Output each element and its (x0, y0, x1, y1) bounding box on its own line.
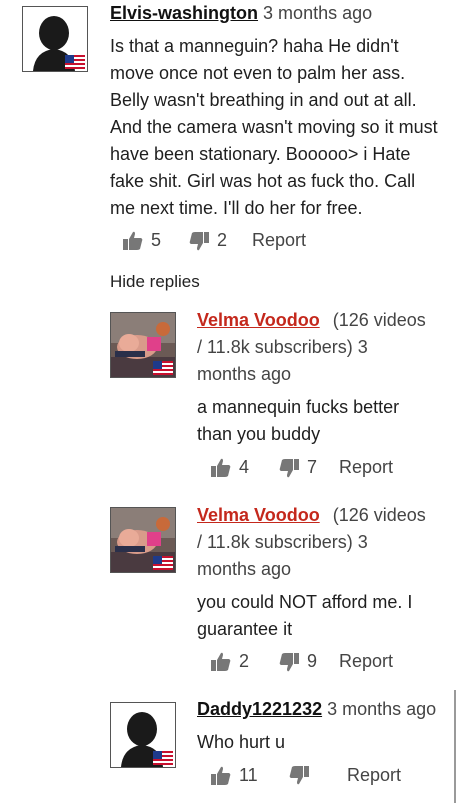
reply-username[interactable]: Velma Voodoo (197, 505, 320, 525)
reply-actions: 4 7 Report (210, 457, 440, 481)
reply-timestamp: months ago (197, 364, 292, 384)
thumbs-up-icon (211, 766, 231, 785)
thumbs-down-icon (279, 458, 299, 477)
reply-meta: / 11.8k subscribers) 3 (197, 532, 368, 552)
reply-meta: (126 videos (332, 505, 426, 525)
scrollbar[interactable] (454, 690, 456, 803)
reply-line: a mannequin fucks better (197, 397, 400, 417)
comment-line: me next time. I'll do her for free. (110, 198, 363, 218)
avatar[interactable] (110, 702, 176, 768)
reply-actions: 2 9 Report (210, 651, 440, 675)
comment-header: Elvis-washington 3 months ago (110, 0, 450, 27)
us-flag-icon (153, 751, 173, 765)
dislike-count: 7 (307, 457, 318, 477)
us-flag-icon (153, 556, 173, 570)
like-button[interactable]: 2 (210, 651, 249, 672)
comment-body: Is that a manneguin? haha He didn't move… (110, 33, 455, 222)
like-count: 4 (239, 457, 250, 477)
comment-line: fake shit. Girl was hot as fuck tho. Cal… (110, 171, 416, 191)
report-link[interactable]: Report (252, 230, 306, 251)
reply-header: Velma Voodoo (126 videos / 11.8k subscri… (197, 307, 447, 388)
comment-line: Is that a manneguin? haha He didn't (110, 36, 399, 56)
like-button[interactable]: 11 (210, 765, 258, 786)
reply-actions: 11 Report (210, 765, 440, 789)
like-count: 5 (151, 230, 162, 250)
reply-line: you could NOT afford me. I (197, 592, 413, 612)
reply-body: Who hurt u (197, 729, 447, 756)
reply-body: a mannequin fucks better than you buddy (197, 394, 447, 448)
hide-replies-link[interactable]: Hide replies (110, 268, 200, 295)
like-button[interactable]: 4 (210, 457, 249, 478)
reply-line: Who hurt u (197, 732, 286, 752)
thumbs-up-icon (211, 458, 231, 477)
dislike-button[interactable] (288, 765, 317, 785)
thumbs-down-icon (279, 652, 299, 671)
like-count: 11 (239, 765, 258, 785)
reply-header: Velma Voodoo (126 videos / 11.8k subscri… (197, 502, 447, 583)
like-button[interactable]: 5 (122, 230, 161, 251)
reply-line: guarantee it (197, 619, 293, 639)
reply-username[interactable]: Daddy1221232 (197, 699, 322, 719)
avatar[interactable] (110, 312, 176, 378)
thumbs-down-icon (189, 231, 209, 250)
comment-username[interactable]: Elvis-washington (110, 3, 258, 23)
comment-line: have been stationary. Booooo> i Hate (110, 144, 411, 164)
reply-timestamp: months ago (197, 559, 292, 579)
us-flag-icon (153, 361, 173, 375)
dislike-button[interactable]: 2 (188, 230, 227, 251)
like-count: 2 (239, 651, 250, 671)
comment-line: Belly wasn't breathing in and out at all… (110, 90, 417, 110)
reply-header: Daddy1221232 3 months ago (197, 696, 452, 723)
reply-username[interactable]: Velma Voodoo (197, 310, 320, 330)
avatar[interactable] (110, 507, 176, 573)
dislike-button[interactable]: 7 (278, 457, 317, 478)
comment-actions: 5 2 Report (122, 230, 422, 254)
reply-timestamp: 3 months ago (327, 699, 437, 719)
comment-timestamp: 3 months ago (263, 3, 373, 23)
thumbs-up-icon (211, 652, 231, 671)
reply-meta: (126 videos (332, 310, 426, 330)
report-link[interactable]: Report (339, 457, 393, 478)
reply-body: you could NOT afford me. I guarantee it (197, 589, 447, 643)
thumbs-down-icon (289, 766, 309, 785)
report-link[interactable]: Report (339, 651, 393, 672)
comment-line: And the camera wasn't moving so it must (110, 117, 438, 137)
report-link[interactable]: Report (347, 765, 401, 786)
reply-line: than you buddy (197, 424, 321, 444)
dislike-count: 9 (307, 651, 318, 671)
comment-line: move once not even to palm her ass. (110, 63, 406, 83)
us-flag-icon (65, 55, 85, 69)
dislike-button[interactable]: 9 (278, 651, 317, 672)
avatar[interactable] (22, 6, 88, 72)
dislike-count: 2 (217, 230, 228, 250)
reply-meta: / 11.8k subscribers) 3 (197, 337, 368, 357)
thumbs-up-icon (123, 231, 143, 250)
